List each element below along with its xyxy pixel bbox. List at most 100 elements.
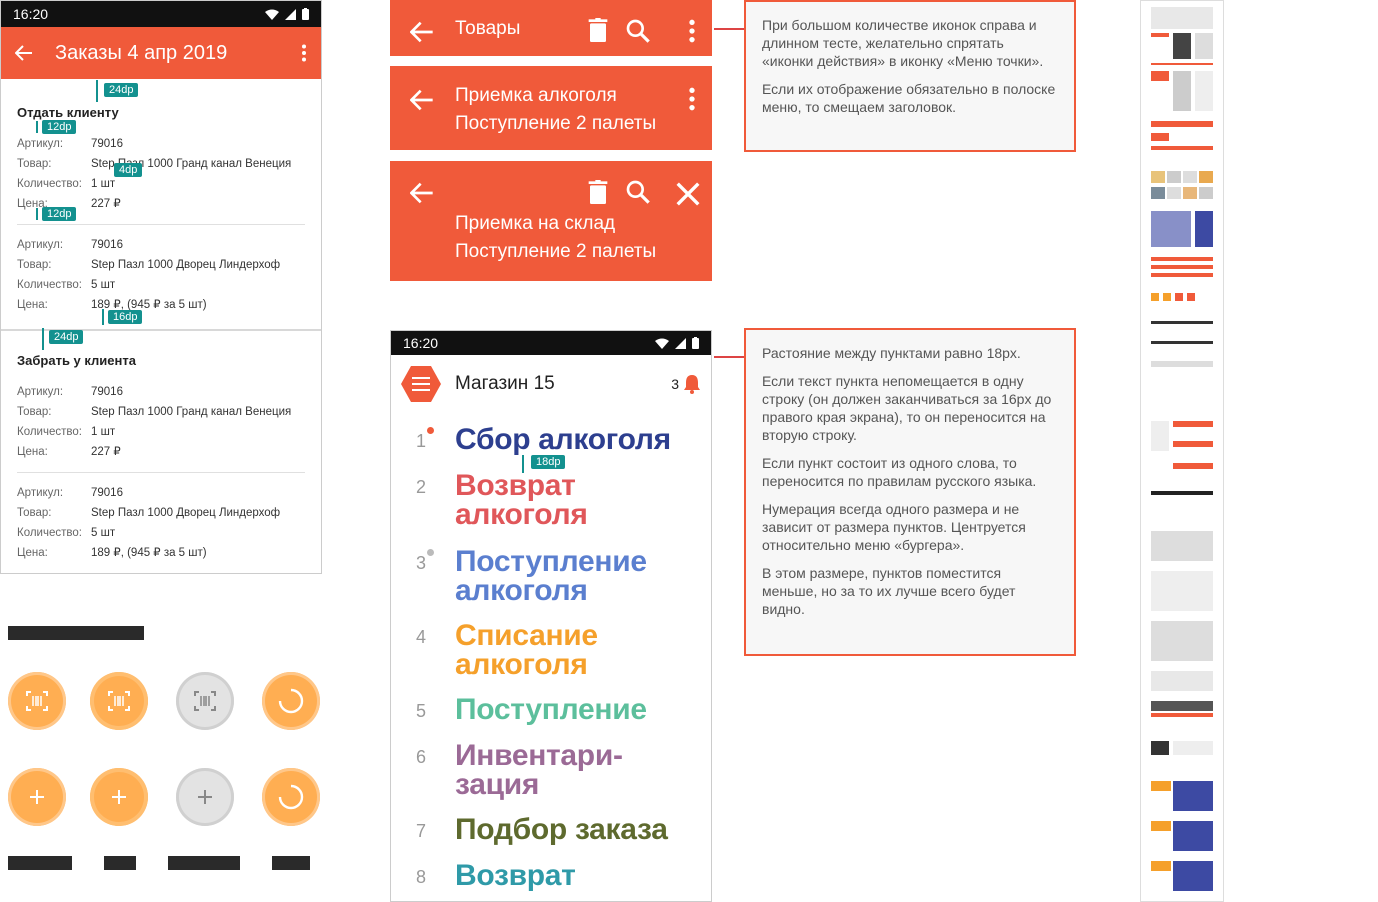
thumbnail-block — [1173, 781, 1213, 811]
thumbnail-block — [1187, 293, 1195, 301]
redacted-heading — [8, 626, 144, 640]
thumbnail-block — [1173, 741, 1213, 755]
thumbnail-block — [1173, 441, 1213, 447]
menu-item-label-line: Инвентари- — [455, 739, 623, 772]
thumbnail-block — [1175, 293, 1183, 301]
spacing-tag: 12dp — [42, 120, 77, 134]
spacing-marker — [36, 208, 38, 220]
add-button-orange[interactable] — [8, 768, 66, 826]
field-value: 227 ₽ — [91, 446, 121, 458]
scan-button-orange[interactable] — [8, 672, 66, 730]
back-arrow-icon[interactable] — [15, 45, 33, 61]
orders-phone-screen: 16:20 Заказы 4 апр 2019 Отдать клиенту А… — [0, 0, 322, 574]
thumbnail-block — [1151, 741, 1169, 755]
thumbnail-block — [1195, 33, 1213, 59]
spinner-icon — [278, 784, 304, 810]
thumbnail-block — [1151, 781, 1171, 791]
thumbnail-block — [1173, 71, 1191, 111]
more-vert-icon[interactable] — [680, 19, 704, 43]
list-item[interactable]: Артикул: 79016 Товар: Step Пазл 1000 Дворе… — [17, 235, 305, 315]
store-header: Магазин 15 3 — [391, 361, 711, 407]
field-label: Товар: — [17, 259, 52, 271]
spacing-marker — [96, 80, 98, 102]
scan-button-loading[interactable] — [262, 672, 320, 730]
wifi-icon — [265, 9, 279, 20]
signal-icon — [675, 337, 686, 349]
thumbnail-block — [1151, 821, 1171, 831]
spacing-tag: 24dp — [49, 330, 84, 344]
note-menu-rules: Растояние между пунктами равно 18px. Есл… — [744, 328, 1076, 656]
more-vert-icon[interactable] — [680, 87, 704, 111]
menu-item-label-line: Поступление — [455, 545, 647, 578]
bell-icon[interactable] — [683, 374, 701, 394]
menu-item-label-line: алкоголя — [455, 648, 588, 681]
field-label: Товар: — [17, 406, 52, 418]
thumbnail-block — [1151, 293, 1159, 301]
thumbnail-block — [1151, 861, 1171, 871]
delete-icon[interactable] — [586, 180, 610, 204]
menu-item-label-line: Сбор алкоголя — [455, 423, 671, 456]
page-title: Заказы 4 апр 2019 — [55, 41, 228, 64]
burger-menu-button[interactable] — [401, 366, 441, 402]
field-value: 227 ₽ — [91, 198, 121, 210]
thumbnail-block — [1183, 187, 1197, 199]
page-overview-thumbnail[interactable] — [1140, 0, 1224, 902]
menu-item-label-line: алкоголя — [455, 574, 588, 607]
redacted-caption — [8, 856, 72, 870]
toolbar-title: Товары — [455, 18, 521, 39]
menu-item-label: Поступление — [455, 695, 647, 725]
thumbnail-block — [1173, 463, 1213, 469]
menu-item-label: Возврат — [455, 861, 576, 891]
thumbnail-block — [1151, 713, 1213, 717]
field-label: Количество: — [17, 178, 82, 190]
thumbnail-block — [1199, 171, 1213, 183]
field-label: Количество: — [17, 279, 82, 291]
barcode-scan-icon — [108, 691, 130, 711]
field-label: Артикул: — [17, 487, 64, 499]
thumbnail-block — [1151, 421, 1169, 451]
list-item[interactable]: Артикул: 79016 Товар: Step Пазл 1000 Гранд… — [17, 382, 305, 462]
field-value: 1 шт — [91, 426, 116, 438]
list-item[interactable]: Артикул: 79016 Товар: Step Пазл 1000 Дворе… — [17, 483, 305, 563]
close-icon[interactable] — [676, 182, 700, 206]
add-button-disabled[interactable] — [176, 768, 234, 826]
scan-button-disabled[interactable] — [176, 672, 234, 730]
status-time: 16:20 — [13, 6, 49, 22]
delete-icon[interactable] — [586, 18, 610, 42]
field-label: Количество: — [17, 426, 82, 438]
thumbnail-block — [1167, 187, 1181, 199]
field-value: 1 шт — [91, 178, 116, 190]
note-connector — [714, 28, 746, 30]
battery-icon — [692, 337, 699, 349]
search-icon[interactable] — [626, 180, 650, 204]
field-value: 5 шт — [91, 279, 116, 291]
back-arrow-icon[interactable] — [410, 88, 434, 112]
list-item[interactable]: Артикул: 79016 Товар: Step Пазл 1000 Гранд… — [17, 134, 305, 214]
status-bar: 16:20 — [391, 331, 711, 355]
field-value: 79016 — [91, 239, 123, 251]
back-arrow-icon[interactable] — [410, 20, 434, 44]
field-value: Step Пазл 1000 Дворец Линдерхоф — [91, 259, 281, 271]
add-button-loading[interactable] — [262, 768, 320, 826]
field-value: 189 ₽, (945 ₽ за 5 шт) — [91, 547, 207, 559]
thumbnail-block — [1151, 146, 1213, 150]
battery-icon — [302, 8, 309, 20]
note-paragraph: Если пункт состоит из одного слова, то п… — [762, 455, 1037, 489]
search-icon[interactable] — [626, 19, 650, 43]
notification-count: 3 — [671, 376, 679, 392]
toolbar-warehouse-acceptance: Приемка на склад Поступление 2 палеты — [390, 161, 712, 281]
more-vert-icon[interactable] — [301, 44, 307, 62]
menu-item-number: 6 — [415, 747, 426, 767]
plus-icon — [198, 790, 212, 804]
field-label: Цена: — [17, 446, 48, 458]
thumbnail-block — [1151, 33, 1169, 37]
thumbnail-block — [1151, 121, 1213, 127]
thumbnail-block — [1151, 133, 1169, 141]
store-menu-phone-screen: 16:20 Магазин 15 3 1 Сбор алкоголя 2 Возвра… — [390, 330, 712, 902]
scan-button-orange-pressed[interactable] — [90, 672, 148, 730]
field-value: Step Пазл 1000 Гранд канал Венеция — [91, 406, 292, 418]
menu-item-label: Сбор алкоголя — [455, 423, 671, 456]
back-arrow-icon[interactable] — [410, 181, 434, 205]
unread-dot-indicator — [427, 427, 434, 434]
add-button-orange-pressed[interactable] — [90, 768, 148, 826]
